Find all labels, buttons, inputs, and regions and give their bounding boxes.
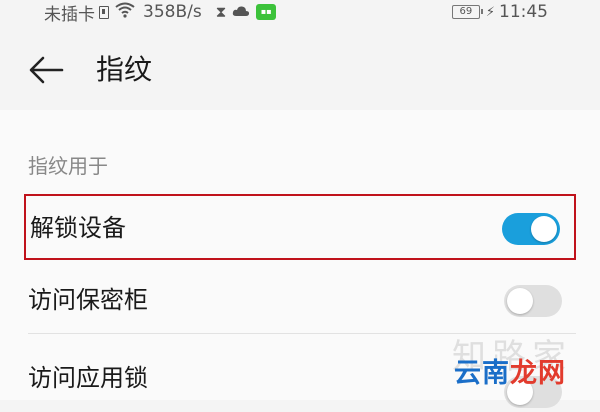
- unlock-device-toggle[interactable]: [502, 213, 560, 245]
- watermark-bottom-part1: 云南: [454, 358, 510, 389]
- sim-icon: [99, 5, 109, 19]
- watermark-bottom-part2: 龙网: [510, 358, 566, 389]
- status-bar-left: 未插卡 358B/s ⧗ ▪▪: [44, 1, 277, 25]
- app-badge-icon: ▪▪: [256, 4, 277, 20]
- access-safe-toggle[interactable]: [504, 285, 562, 317]
- cloud-icon: [232, 2, 250, 22]
- row-label-unlock-device: 解锁设备: [30, 214, 126, 242]
- status-bar: 未插卡 358B/s ⧗ ▪▪ 69 ⚡ 11:45: [0, 0, 600, 25]
- charging-icon: ⚡: [485, 4, 495, 20]
- row-divider: [28, 333, 576, 334]
- back-arrow-icon[interactable]: [28, 54, 64, 86]
- app-header: 指纹: [0, 24, 600, 110]
- toggle-knob: [531, 216, 557, 242]
- page-title: 指纹: [96, 53, 153, 86]
- section-label: 指纹用于: [28, 154, 108, 178]
- watermark-bottom: 云南龙网: [454, 358, 566, 390]
- row-label-access-safe: 访问保密柜: [28, 286, 148, 314]
- carrier-text: 未插卡: [44, 4, 95, 25]
- clock: 11:45: [499, 2, 548, 22]
- battery-icon: 69: [451, 5, 483, 19]
- row-unlock-device[interactable]: 解锁设备: [24, 194, 576, 260]
- status-bar-right: 69 ⚡ 11:45: [451, 1, 548, 23]
- row-access-safe[interactable]: 访问保密柜: [24, 268, 576, 334]
- hourglass-icon: ⧗: [215, 3, 227, 21]
- row-label-app-lock: 访问应用锁: [28, 364, 148, 392]
- battery-level: 69: [459, 6, 473, 17]
- network-speed: 358B/s: [143, 2, 202, 22]
- wifi-icon: [115, 2, 135, 23]
- toggle-knob: [507, 288, 533, 314]
